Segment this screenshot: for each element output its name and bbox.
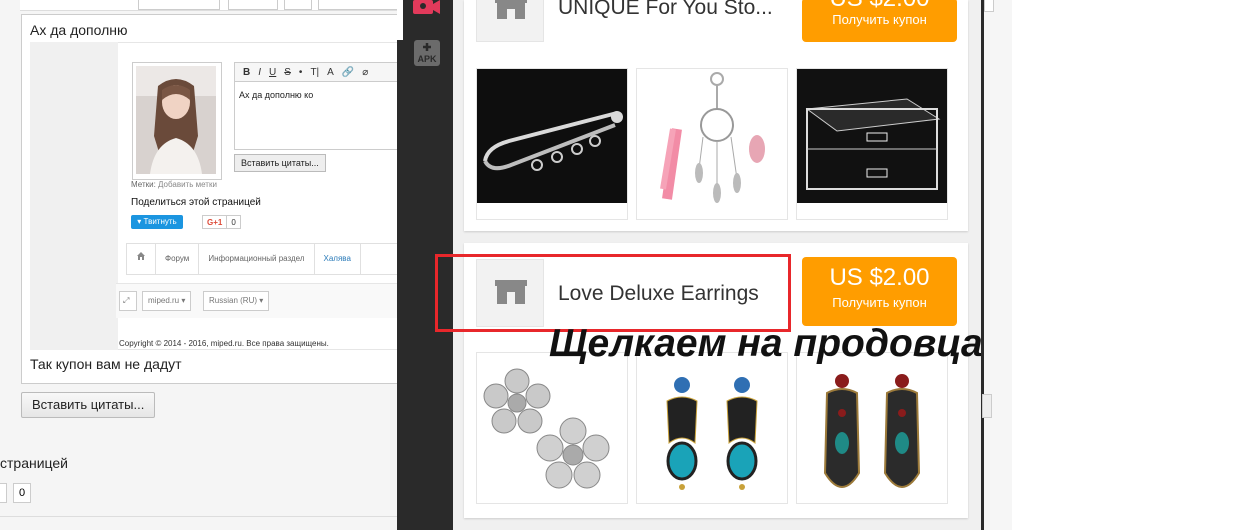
black-drop-earrings-image [797, 353, 947, 503]
product-thumbnail[interactable] [476, 352, 628, 504]
product-thumbnail[interactable] [796, 352, 948, 504]
breadcrumb: Форум Информационный раздел Халява [126, 243, 402, 275]
store-thumbnail[interactable] [476, 0, 544, 42]
expand-icon: ⤢ [119, 291, 137, 311]
product-thumbnail[interactable] [636, 352, 788, 504]
gplus-icon: G+1 [202, 215, 228, 229]
avatar [136, 66, 216, 174]
get-coupon-button[interactable]: US $2.00 Получить купон [802, 0, 957, 42]
gplus-count: 0 [227, 215, 241, 229]
embedded-share-title: Поделиться этой страницей [131, 197, 261, 208]
right-background [984, 0, 1012, 530]
store-icon [495, 0, 527, 19]
coupon-amount: US $2.00 [802, 0, 957, 12]
tags-label: Метки: [131, 180, 156, 189]
italic-icon[interactable]: I [258, 67, 261, 78]
strikethrough-icon[interactable]: S [284, 67, 291, 78]
unlink-icon[interactable]: ⌀ [362, 67, 368, 78]
breadcrumb-item: Халява [315, 244, 361, 274]
product-thumbnail[interactable] [796, 68, 948, 220]
link-icon[interactable]: 🔗 [342, 67, 354, 78]
dreamcatcher-keychain-image [637, 69, 787, 219]
gplus-button: G+1 0 [202, 215, 241, 229]
share-counter: 0 [0, 483, 32, 503]
share-page-title: страницей [0, 455, 69, 471]
tweet-button: ▾ Твитнуть [131, 215, 183, 229]
store-name[interactable]: UNIQUE For You Sto... [558, 0, 773, 20]
toolbar-button[interactable] [284, 0, 312, 10]
embedded-left-gutter [30, 42, 118, 350]
brooch-pin-image [477, 69, 627, 203]
sidebar-edge [397, 0, 403, 40]
embedded-tags: Метки: Добавить метки [131, 180, 217, 189]
font-icon[interactable]: A [327, 67, 334, 78]
reply-text-second-line: Так купон вам не дадут [30, 356, 182, 372]
home-icon [127, 244, 156, 274]
apk-label: APK [417, 54, 437, 64]
annotation-caption: Щелкаем на продовца [549, 322, 983, 365]
embedded-quote-button: Вставить цитаты... [234, 154, 326, 172]
right-edge-control [984, 0, 994, 12]
toolbar-button[interactable] [228, 0, 278, 10]
video-camera-icon[interactable] [411, 0, 441, 16]
get-coupon-button[interactable]: US $2.00 Получить купон [802, 257, 957, 326]
divider [0, 516, 400, 517]
breadcrumb-item: Форум [156, 244, 200, 274]
embedded-editor-toolbar: B I U S • T| A 🔗 ⌀ [234, 62, 400, 82]
share-count: 0 [13, 483, 32, 503]
underline-icon[interactable]: U [269, 67, 276, 78]
right-background [1012, 0, 1245, 530]
embedded-editor: Ах да дополню ко [234, 82, 400, 150]
coupon-label: Получить купон [832, 12, 927, 27]
coupon-amount: US $2.00 [829, 264, 930, 291]
turquoise-drop-earrings-image [637, 353, 787, 503]
language-select: Russian (RU) ▾ [203, 291, 270, 311]
font-size-icon[interactable]: T| [310, 67, 319, 78]
seller-highlight-box [435, 254, 791, 332]
color-icon[interactable]: • [299, 67, 303, 78]
tweet-label: Твитнуть [143, 217, 177, 226]
product-thumbnail[interactable] [476, 68, 628, 220]
breadcrumb-item: Информационный раздел [199, 244, 315, 274]
toolbar-button[interactable] [318, 0, 400, 10]
site-select: miped.ru ▾ [142, 291, 192, 311]
insert-quotes-button[interactable]: Вставить цитаты... [21, 392, 156, 418]
product-thumbnail[interactable] [636, 68, 788, 220]
right-edge-control [982, 394, 992, 418]
reply-text: Ах да дополню [30, 22, 128, 38]
embedded-editor-text: Ах да дополню ко [239, 90, 314, 100]
bold-icon[interactable]: B [243, 67, 250, 78]
toolbar-button[interactable] [138, 0, 220, 10]
acrylic-drawers-image [797, 69, 947, 203]
flower-earrings-image [477, 353, 627, 503]
coupon-label: Получить купон [832, 295, 927, 310]
copyright-text: Copyright © 2014 - 2016, miped.ru. Все п… [119, 339, 329, 348]
apk-icon[interactable]: APK [414, 40, 440, 66]
add-tags-link: Добавить метки [158, 180, 217, 189]
